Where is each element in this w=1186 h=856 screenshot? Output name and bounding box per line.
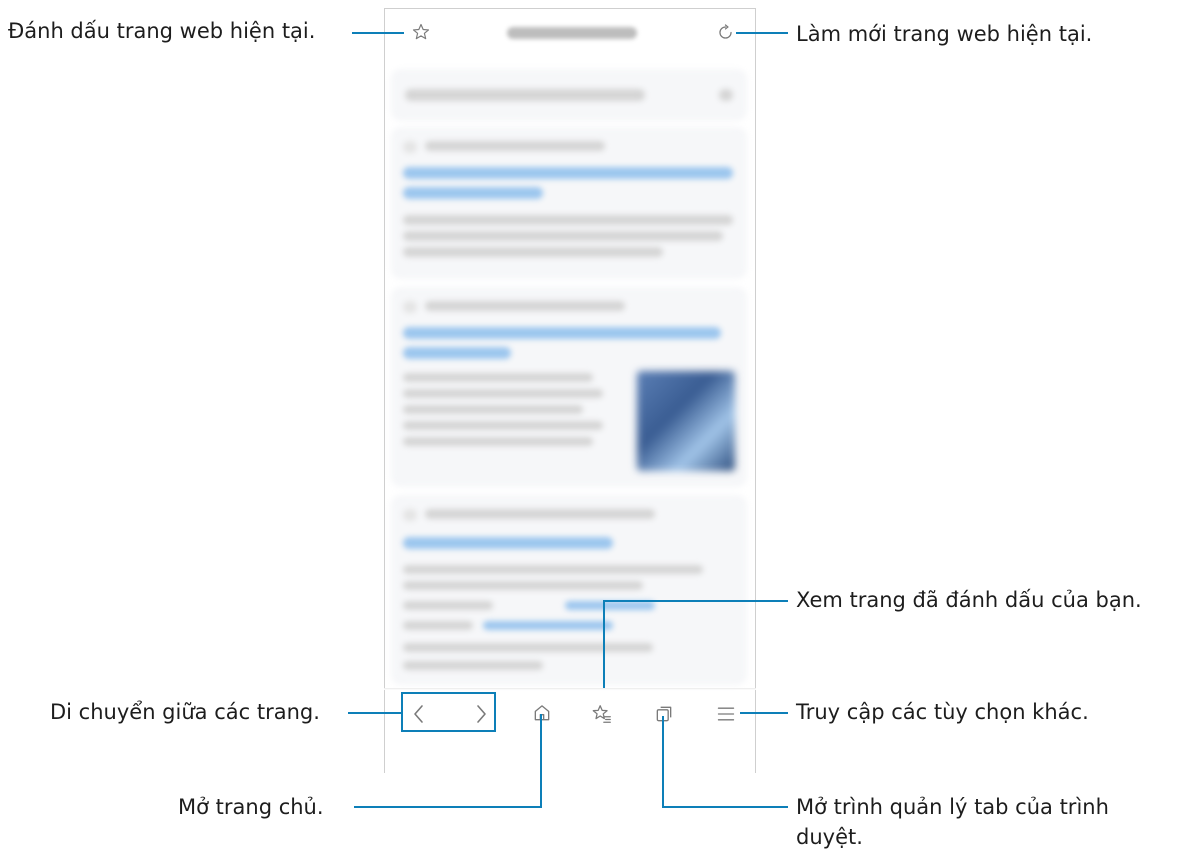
- callout-view-bookmarks: Xem trang đã đánh dấu của bạn.: [796, 588, 1142, 612]
- callout-line-home-h: [354, 806, 542, 808]
- callout-tab-manager-line2: duyệt.: [796, 825, 863, 849]
- navigation-highlight-box: [401, 692, 496, 732]
- callout-line-view-bookmarks-v: [603, 600, 605, 688]
- nav-divider: [384, 688, 756, 690]
- callout-line-home-v: [540, 714, 542, 808]
- callout-refresh: Làm mới trang web hiện tại.: [796, 22, 1093, 46]
- browser-top-bar: [385, 9, 755, 55]
- callout-home: Mở trang chủ.: [178, 795, 324, 819]
- callout-tab-manager-line1: Mở trình quản lý tab của trình: [796, 795, 1109, 819]
- callout-line-more-options: [740, 712, 788, 714]
- url-bar[interactable]: [507, 27, 637, 39]
- home-icon[interactable]: [532, 703, 552, 723]
- callout-line-refresh: [736, 32, 788, 34]
- callout-line-bookmark-current: [352, 32, 404, 34]
- callout-line-view-bookmarks-h: [603, 600, 788, 602]
- callout-line-tab-manager-h: [662, 806, 788, 808]
- callout-more-options: Truy cập các tùy chọn khác.: [796, 700, 1089, 724]
- callout-navigate: Di chuyển giữa các trang.: [50, 700, 320, 724]
- tabs-icon[interactable]: [654, 704, 674, 724]
- callout-line-navigate: [348, 712, 401, 714]
- thumbnail-image: [637, 371, 735, 471]
- browser-screen: [384, 8, 756, 773]
- hamburger-menu-icon[interactable]: [716, 704, 736, 724]
- star-list-icon[interactable]: [591, 703, 613, 725]
- callout-bookmark-current: Đánh dấu trang web hiện tại.: [8, 19, 316, 43]
- star-outline-icon[interactable]: [411, 22, 431, 42]
- blurred-web-content: [385, 55, 755, 685]
- refresh-icon[interactable]: [716, 23, 735, 42]
- callout-line-tab-manager-v: [662, 716, 664, 808]
